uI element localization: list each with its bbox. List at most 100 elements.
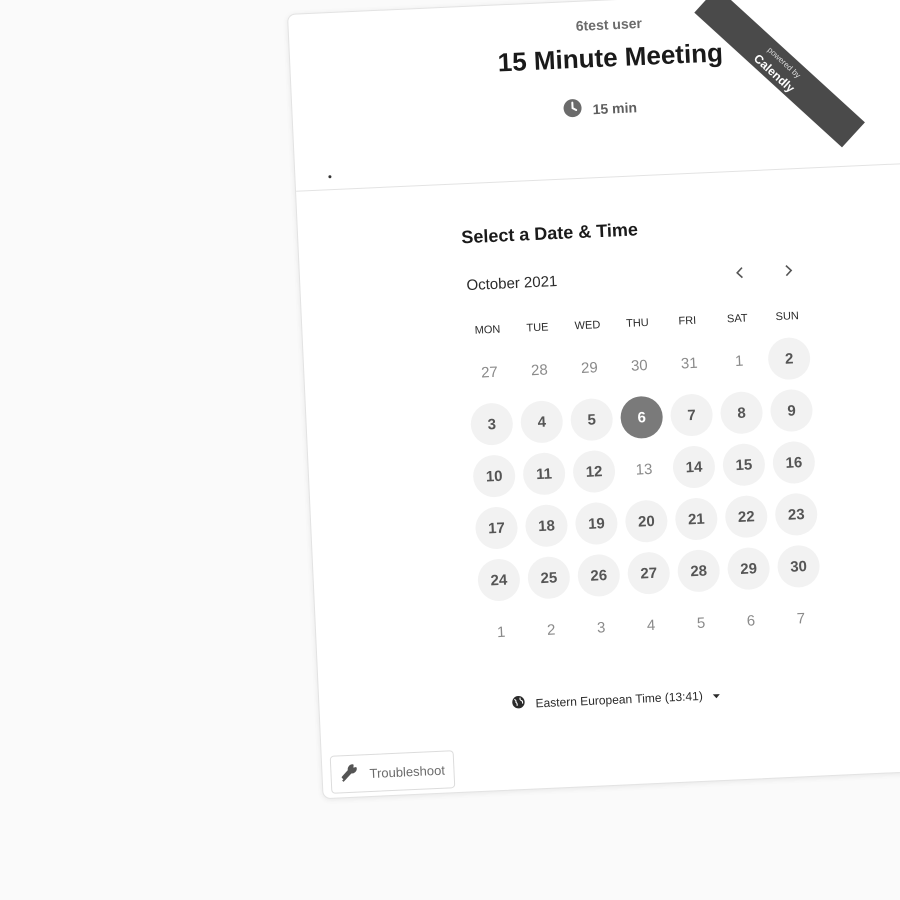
day-number: 17	[474, 506, 519, 550]
day-number: 3	[469, 402, 514, 447]
day-number: 9	[769, 388, 814, 433]
calendar-day-button[interactable]: 18	[521, 503, 573, 548]
day-number: 2	[767, 336, 812, 381]
calendar-day-disabled: 5	[675, 601, 727, 645]
calendar-day-button[interactable]: 12	[568, 449, 620, 494]
weekday-label: SAT	[726, 312, 748, 326]
calendar-day-button[interactable]: 20	[620, 499, 672, 544]
day-number: 13	[635, 460, 653, 479]
calendar-day-button[interactable]: 14	[668, 445, 720, 489]
calendar-day-button[interactable]: 15	[718, 442, 770, 487]
calendar-day-button[interactable]: 26	[573, 553, 625, 598]
calendar-weeks: 27 28 29 30 31 1 2 3 4 5 6 7 8 9 10 11 12 13 14 15 16 17 18 19 2…	[463, 331, 837, 659]
calendar-day-button[interactable]: 10	[468, 454, 520, 499]
day-number: 19	[574, 501, 619, 546]
calendar-day-button[interactable]: 11	[518, 451, 570, 496]
day-number: 5	[696, 614, 706, 632]
day-number: 30	[630, 356, 649, 375]
event-header: 6test user 15 Minute Meeting 15 min	[288, 0, 900, 192]
calendar-day-button[interactable]: 7	[666, 393, 718, 437]
chevron-right-icon	[785, 265, 793, 277]
day-number: 3	[596, 618, 606, 637]
day-number: 12	[572, 449, 617, 494]
calendar-day-button[interactable]: 4	[516, 399, 568, 444]
calendar-day-button[interactable]: 8	[716, 390, 768, 435]
day-number: 27	[480, 363, 499, 382]
calendar-day-disabled: 1	[475, 610, 527, 654]
calendar-day-button[interactable]: 2	[763, 336, 815, 381]
day-number: 30	[776, 544, 821, 589]
day-number: 24	[476, 558, 521, 602]
calendar-day-button[interactable]: 21	[670, 497, 722, 541]
day-number: 27	[626, 551, 671, 596]
calendar-day-disabled: 1	[713, 339, 765, 383]
calendar-day-button[interactable]: 3	[466, 402, 518, 447]
duration-label: 15 min	[592, 98, 638, 117]
wrench-icon	[339, 761, 362, 787]
calendar-day-disabled: 31	[663, 341, 715, 385]
weekday-label: SUN	[775, 310, 800, 324]
description-dot	[328, 175, 332, 179]
host-name: 6test user	[575, 14, 643, 34]
select-date-heading: Select a Date & Time	[460, 219, 639, 248]
weekday-label: WED	[574, 319, 601, 333]
day-number: 4	[519, 399, 564, 444]
current-month: October 2021	[466, 273, 558, 295]
day-number: 1	[496, 623, 506, 641]
page: powered by Calendly 6test user 15 Minute…	[0, 0, 900, 900]
weekday-label: FRI	[678, 314, 697, 328]
day-number: 10	[472, 454, 517, 499]
calendar-day-button[interactable]: 24	[473, 558, 525, 602]
day-number: 18	[524, 503, 569, 548]
calendar-day-button[interactable]: 30	[773, 544, 825, 589]
calendar-day-button[interactable]: 27	[623, 551, 675, 596]
troubleshoot-label: Troubleshoot	[369, 762, 446, 781]
day-number: 5	[569, 397, 614, 442]
day-number: 20	[624, 499, 669, 544]
calendar-day-button[interactable]: 25	[523, 555, 575, 600]
calendar-day-button[interactable]: 29	[723, 546, 775, 591]
day-number: 31	[680, 354, 698, 372]
timezone-label: Eastern European Time (13:41)	[535, 688, 704, 710]
day-number: 21	[674, 497, 719, 541]
day-number: 4	[646, 616, 656, 634]
day-number: 15	[721, 442, 766, 487]
day-number: 22	[724, 494, 769, 539]
calendar-day-button[interactable]: 17	[471, 506, 523, 550]
day-number: 6	[746, 611, 756, 630]
calendar-grid: MON TUE WED THU FRI SAT SUN 27 28 29 30 31 1 2 3 4 5 6 7 8…	[462, 309, 837, 659]
weekday-label: THU	[625, 316, 649, 330]
calendar-day-button[interactable]: 6	[616, 395, 668, 440]
next-month-button[interactable]	[774, 256, 803, 285]
calendar-day-button[interactable]: 5	[566, 397, 618, 442]
day-number: 8	[719, 390, 764, 435]
calendar-day-button[interactable]: 19	[571, 501, 623, 546]
weekday-label: TUE	[526, 321, 549, 335]
calendar-day-disabled: 27	[464, 350, 516, 394]
day-number: 29	[726, 546, 771, 591]
day-number: 26	[576, 553, 621, 598]
previous-month-button[interactable]	[726, 258, 755, 287]
chevron-left-icon	[736, 267, 743, 279]
day-number: 7	[669, 393, 714, 437]
troubleshoot-button[interactable]: Troubleshoot	[329, 750, 456, 794]
calendar-day-button[interactable]: 16	[768, 440, 820, 485]
clock-icon	[562, 98, 583, 122]
calendar-day-disabled: 2	[525, 608, 577, 652]
scheduling-card: powered by Calendly 6test user 15 Minute…	[287, 0, 900, 800]
calendar-day-button[interactable]: 22	[720, 494, 772, 539]
day-number: 1	[734, 352, 744, 370]
day-number: 28	[530, 361, 549, 379]
day-number: 16	[771, 440, 816, 485]
timezone-selector[interactable]: Eastern European Time (13:41)	[511, 686, 721, 712]
globe-icon	[511, 695, 526, 713]
day-number: 23	[774, 492, 819, 537]
day-number: 11	[522, 451, 567, 496]
calendar-day-disabled: 7	[775, 596, 827, 640]
day-number: 28	[676, 548, 721, 593]
calendar-day-button[interactable]: 23	[770, 492, 822, 537]
calendar-day-button[interactable]: 9	[766, 388, 818, 433]
event-title: 15 Minute Meeting	[497, 37, 724, 78]
day-number: 2	[546, 620, 556, 639]
calendar-day-button[interactable]: 28	[673, 548, 725, 593]
